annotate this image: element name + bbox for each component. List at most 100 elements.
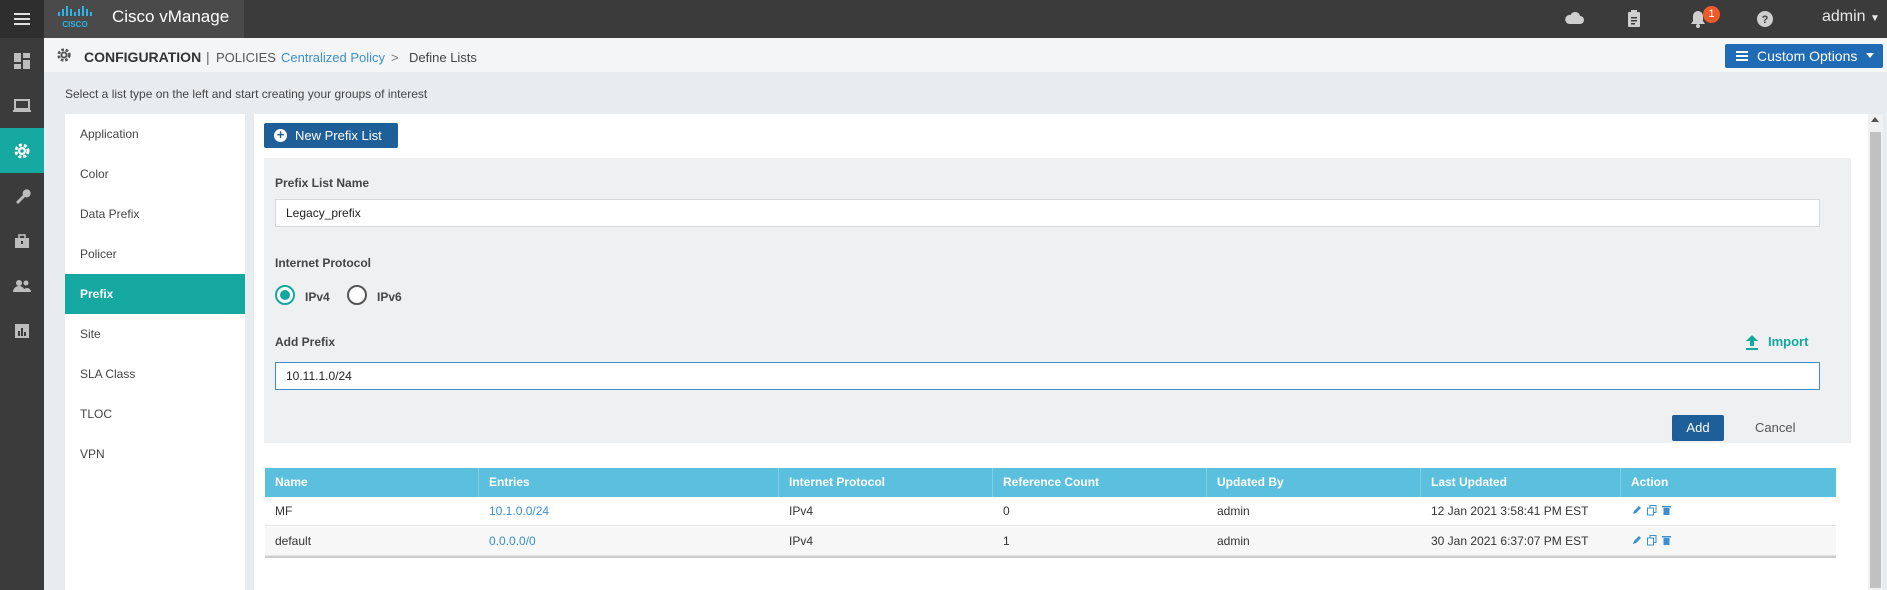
row-actions	[1632, 535, 1671, 546]
nav-maintenance[interactable]	[0, 218, 44, 263]
breadcrumb-centralized-policy[interactable]: Centralized Policy	[281, 50, 385, 65]
chevron-down-icon: ▼	[1870, 13, 1880, 24]
table-icon	[1736, 51, 1748, 61]
prefix-list-name-input[interactable]	[275, 199, 1820, 227]
cloud-icon[interactable]	[1563, 8, 1585, 30]
copy-icon[interactable]	[1647, 535, 1657, 546]
add-button[interactable]: Add	[1672, 415, 1724, 441]
dashboard-icon	[14, 52, 30, 69]
column-header-action: Action	[1631, 475, 1669, 489]
cell-last-updated: 30 Jan 2021 6:37:07 PM EST	[1431, 534, 1589, 548]
analytics-icon	[15, 323, 29, 338]
user-name: admin	[1822, 8, 1866, 25]
cell-entries[interactable]: 10.1.0.0/24	[479, 497, 549, 526]
column-header-reference-count[interactable]: Reference Count	[993, 468, 1207, 497]
breadcrumb-separator: >	[391, 50, 399, 65]
copy-icon[interactable]	[1647, 505, 1657, 516]
list-type-application[interactable]: Application	[65, 114, 245, 154]
gear-icon	[14, 143, 30, 158]
cancel-button[interactable]: Cancel	[1755, 420, 1795, 435]
brand-area: CISCO Cisco vManage	[44, 0, 244, 38]
cell-internet-protocol: IPv4	[789, 504, 814, 518]
cell-last-updated: 12 Jan 2021 3:58:41 PM EST	[1431, 504, 1589, 518]
nav-tools[interactable]	[0, 173, 44, 218]
upload-icon[interactable]	[1745, 335, 1759, 351]
delete-icon[interactable]	[1662, 505, 1671, 515]
custom-options-button[interactable]: Custom Options	[1725, 44, 1883, 68]
cell-reference-count: 0	[1003, 504, 1010, 518]
ipv4-label: IPv4	[305, 290, 330, 304]
page-subtitle: POLICIES	[216, 50, 276, 65]
cell-entries[interactable]: 0.0.0.0/0	[479, 527, 536, 556]
top-bar: CISCO Cisco vManage 1 ? admin ▼	[0, 0, 1887, 38]
list-type-vpn[interactable]: VPN	[65, 434, 245, 474]
cisco-logo: CISCO	[58, 6, 92, 29]
monitor-icon	[13, 98, 31, 112]
cisco-logo-text: CISCO	[62, 20, 87, 29]
svg-text:?: ?	[1762, 14, 1769, 26]
edit-icon[interactable]	[1632, 505, 1642, 515]
table-header: Name Entries Internet Protocol Reference…	[265, 468, 1836, 497]
title-separator: |	[206, 49, 210, 65]
row-actions	[1632, 505, 1671, 516]
list-type-panel: Application Color Data Prefix Policer Pr…	[65, 114, 245, 590]
table-row: default 0.0.0.0/0 IPv4 1 admin 30 Jan 20…	[265, 527, 1836, 556]
menu-icon[interactable]	[0, 0, 44, 38]
list-type-policer[interactable]: Policer	[65, 234, 245, 274]
plus-circle-icon: +	[274, 128, 287, 142]
new-prefix-list-button[interactable]: + New Prefix List	[264, 123, 398, 148]
list-type-sla-class[interactable]: SLA Class	[65, 354, 245, 394]
column-header-internet-protocol[interactable]: Internet Protocol	[779, 468, 993, 497]
cell-name: default	[275, 534, 312, 548]
edit-icon[interactable]	[1632, 535, 1642, 545]
toolbox-icon	[15, 233, 29, 248]
prefix-list-name-label: Prefix List Name	[275, 176, 370, 190]
scroll-up-icon[interactable]	[1871, 117, 1879, 122]
import-link[interactable]: Import	[1768, 334, 1808, 349]
left-navigation	[0, 38, 44, 590]
chevron-down-icon	[1866, 53, 1874, 58]
users-icon	[13, 279, 31, 292]
cell-updated-by: admin	[1217, 504, 1250, 518]
help-icon[interactable]: ?	[1754, 8, 1776, 30]
ipv4-radio[interactable]	[275, 285, 295, 305]
vertical-scrollbar[interactable]	[1868, 114, 1883, 590]
add-prefix-label: Add Prefix	[275, 335, 336, 349]
internet-protocol-label: Internet Protocol	[275, 256, 372, 270]
add-prefix-input[interactable]	[275, 362, 1820, 390]
list-type-site[interactable]: Site	[65, 314, 245, 354]
breadcrumb-define-lists: Define Lists	[409, 50, 477, 65]
notification-badge: 1	[1703, 6, 1720, 23]
page-title: CONFIGURATION	[84, 49, 202, 65]
page-header: CONFIGURATION | POLICIES Centralized Pol…	[44, 38, 1887, 72]
nav-configuration[interactable]	[0, 128, 44, 173]
ipv6-radio[interactable]	[347, 285, 367, 305]
column-header-updated-by[interactable]: Updated By	[1207, 468, 1421, 497]
ipv6-label: IPv6	[377, 290, 402, 304]
delete-icon[interactable]	[1662, 535, 1671, 545]
nav-monitor[interactable]	[0, 83, 44, 128]
instruction-text: Select a list type on the left and start…	[65, 87, 428, 101]
cell-reference-count: 1	[1003, 534, 1010, 548]
custom-options-label: Custom Options	[1757, 48, 1858, 64]
list-type-color[interactable]: Color	[65, 154, 245, 194]
user-menu[interactable]: admin ▼	[1822, 8, 1880, 26]
nav-administration[interactable]	[0, 263, 44, 308]
table-row: MF 10.1.0.0/24 IPv4 0 admin 12 Jan 2021 …	[265, 497, 1836, 526]
list-type-tloc[interactable]: TLOC	[65, 394, 245, 434]
column-header-name[interactable]: Name	[265, 468, 479, 497]
gear-icon	[57, 48, 71, 62]
cell-updated-by: admin	[1217, 534, 1250, 548]
scrollbar-thumb[interactable]	[1870, 132, 1881, 588]
column-header-entries[interactable]: Entries	[479, 468, 779, 497]
nav-dashboard[interactable]	[0, 38, 44, 83]
clipboard-icon[interactable]	[1623, 8, 1645, 30]
new-prefix-list-label: New Prefix List	[295, 128, 382, 143]
column-header-last-updated[interactable]: Last Updated	[1421, 468, 1621, 497]
wrench-icon	[16, 188, 31, 204]
nav-analytics[interactable]	[0, 308, 44, 353]
table-bottom-border	[265, 556, 1836, 558]
cell-internet-protocol: IPv4	[789, 534, 814, 548]
list-type-prefix[interactable]: Prefix	[65, 274, 245, 314]
list-type-data-prefix[interactable]: Data Prefix	[65, 194, 245, 234]
